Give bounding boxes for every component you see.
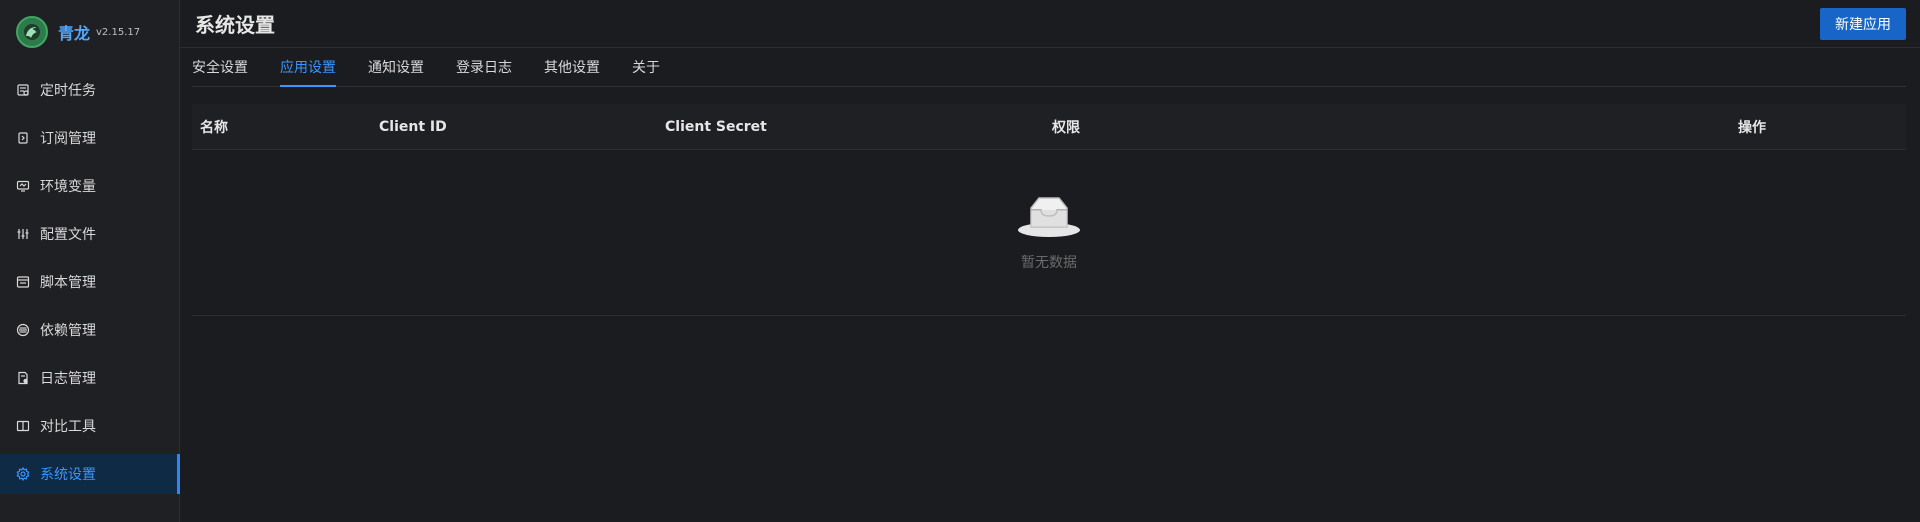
column-name-header: 名称 bbox=[200, 119, 228, 136]
sidebar-item-env[interactable]: 环境变量 bbox=[0, 166, 179, 206]
sidebar-item-label: 对比工具 bbox=[40, 419, 96, 435]
empty-inbox-icon bbox=[1017, 196, 1081, 244]
brand: 青龙 v2.15.17 bbox=[0, 0, 179, 64]
settings-tabs: 安全设置 应用设置 通知设置 登录日志 其他设置 关于 bbox=[192, 48, 1906, 87]
layers-icon bbox=[16, 323, 30, 337]
sidebar-item-label: 订阅管理 bbox=[40, 131, 96, 147]
tab-login-logs[interactable]: 登录日志 bbox=[456, 48, 512, 86]
sidebar-item-config[interactable]: 配置文件 bbox=[0, 214, 179, 254]
tab-notifications[interactable]: 通知设置 bbox=[368, 48, 424, 86]
sidebar-item-label: 系统设置 bbox=[40, 467, 96, 483]
sidebar-item-cron[interactable]: 定时任务 bbox=[0, 70, 179, 110]
diff-icon bbox=[16, 419, 30, 433]
column-client-id-header: Client ID bbox=[379, 118, 447, 135]
sidebar-item-label: 脚本管理 bbox=[40, 275, 96, 291]
sidebar-item-diff[interactable]: 对比工具 bbox=[0, 406, 179, 446]
calendar-icon bbox=[16, 83, 30, 97]
qinglong-logo-icon bbox=[16, 16, 48, 48]
sidebar-item-label: 日志管理 bbox=[40, 371, 96, 387]
sidebar-item-label: 定时任务 bbox=[40, 83, 96, 99]
column-permissions-header: 权限 bbox=[1052, 119, 1080, 136]
main-content: 系统设置 新建应用 安全设置 应用设置 通知设置 登录日志 其他设置 关于 名称… bbox=[180, 0, 1920, 522]
code-window-icon bbox=[16, 275, 30, 289]
sidebar-item-subscription[interactable]: 订阅管理 bbox=[0, 118, 179, 158]
column-actions-header: 操作 bbox=[1738, 119, 1766, 136]
app-name: 青龙 bbox=[58, 24, 91, 43]
dragon-icon bbox=[26, 27, 37, 38]
sidebar-item-dependencies[interactable]: 依赖管理 bbox=[0, 310, 179, 350]
applications-table: 名称 Client ID Client Secret 权限 操作 暂无数据 bbox=[192, 104, 1906, 316]
subscription-icon bbox=[16, 131, 30, 145]
column-client-secret-header: Client Secret bbox=[665, 118, 767, 135]
tab-about[interactable]: 关于 bbox=[632, 48, 660, 86]
sliders-icon bbox=[16, 227, 30, 241]
table-header: 名称 Client ID Client Secret 权限 操作 bbox=[192, 104, 1906, 150]
sidebar-menu: 定时任务 订阅管理 环境变量 配置文件 脚本管理 依赖管理 日志管理 对比工具 … bbox=[0, 70, 180, 494]
tab-security[interactable]: 安全设置 bbox=[192, 48, 248, 86]
app-root: 青龙 v2.15.17 定时任务 订阅管理 环境变量 配置文件 脚本管理 依赖管… bbox=[0, 0, 1920, 522]
empty-state: 暂无数据 bbox=[192, 150, 1906, 316]
sidebar-item-label: 环境变量 bbox=[40, 179, 96, 195]
page-header: 系统设置 新建应用 bbox=[180, 0, 1920, 48]
sidebar-item-label: 配置文件 bbox=[40, 227, 96, 243]
monitor-icon bbox=[16, 179, 30, 193]
sidebar-item-scripts[interactable]: 脚本管理 bbox=[0, 262, 179, 302]
log-file-icon bbox=[16, 371, 30, 385]
sidebar-item-label: 依赖管理 bbox=[40, 323, 96, 339]
page-title: 系统设置 bbox=[195, 13, 275, 37]
new-application-button[interactable]: 新建应用 bbox=[1820, 7, 1906, 40]
sidebar-item-settings[interactable]: 系统设置 bbox=[0, 454, 180, 494]
gear-icon bbox=[16, 467, 30, 481]
tab-other-settings[interactable]: 其他设置 bbox=[544, 48, 600, 86]
tab-applications[interactable]: 应用设置 bbox=[280, 48, 336, 87]
app-version: v2.15.17 bbox=[96, 26, 141, 38]
sidebar: 青龙 v2.15.17 定时任务 订阅管理 环境变量 配置文件 脚本管理 依赖管… bbox=[0, 0, 180, 522]
empty-text: 暂无数据 bbox=[1021, 255, 1077, 271]
sidebar-item-logs[interactable]: 日志管理 bbox=[0, 358, 179, 398]
